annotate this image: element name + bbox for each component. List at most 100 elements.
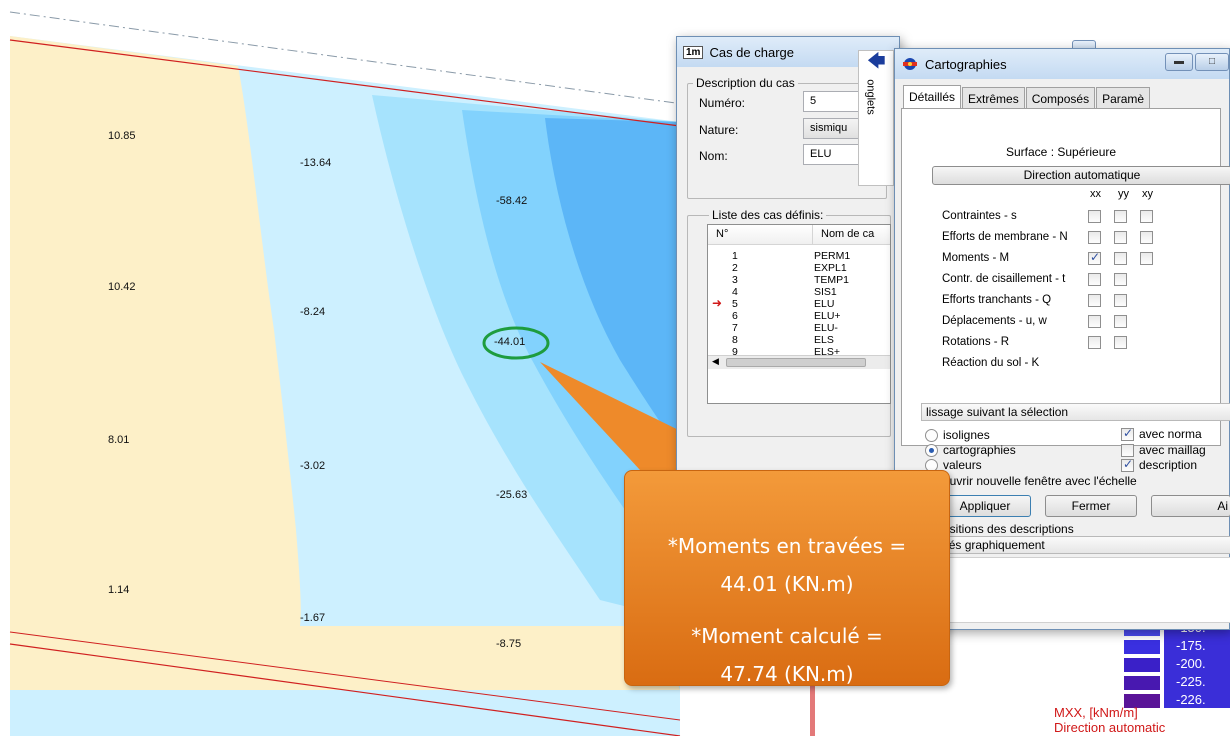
row-number: 7 xyxy=(732,322,738,334)
rotations-yy-checkbox[interactable] xyxy=(1114,336,1127,349)
row-name: ELU+ xyxy=(814,310,841,322)
legend-title: MXX, [kNm/m] xyxy=(1054,705,1138,720)
membrane-xy-checkbox[interactable] xyxy=(1140,231,1153,244)
row-number: 8 xyxy=(732,334,738,346)
row-name: ELU- xyxy=(814,322,838,334)
row-name: SIS1 xyxy=(814,286,837,298)
row-number: 2 xyxy=(732,262,738,274)
avec-normale-checkbox[interactable] xyxy=(1121,426,1134,441)
carto-maximize-button[interactable]: □ xyxy=(1195,53,1229,71)
row-name: PERM1 xyxy=(814,250,851,262)
membrane-yy-checkbox[interactable] xyxy=(1114,231,1127,244)
callout-line-3: *Moment calculé = xyxy=(691,624,883,648)
row-label-deplacements: Déplacements - u, w xyxy=(942,315,1047,327)
isolignes-label: isolignes xyxy=(943,428,990,442)
scroll-left-icon[interactable]: ◀ xyxy=(712,356,719,367)
map-value-label: -25.63 xyxy=(496,489,528,501)
map-value-label: -13.64 xyxy=(300,157,332,169)
deplacements-xx-checkbox[interactable] xyxy=(1088,315,1101,328)
graphic-select[interactable]: diqués graphiquement xyxy=(921,536,1230,554)
empty-area xyxy=(921,557,1230,623)
carto-minimize-button[interactable]: ▬ xyxy=(1165,53,1193,71)
current-arrow-icon: ➜ xyxy=(712,296,723,310)
col-header-name[interactable]: Nom de ca xyxy=(812,225,890,245)
list-item[interactable]: 7 ELU- xyxy=(708,322,890,335)
cartographies-icon xyxy=(903,58,917,70)
map-value-label: 1.14 xyxy=(108,584,130,596)
legend-swatch xyxy=(1124,658,1160,672)
row-number: 3 xyxy=(732,274,738,286)
col-header-xy: xy xyxy=(1142,188,1153,200)
scroll-thumb[interactable] xyxy=(726,358,866,367)
rotations-xx-checkbox[interactable] xyxy=(1088,336,1101,349)
isolignes-radio[interactable] xyxy=(925,429,938,442)
map-value-label: -8.75 xyxy=(496,638,522,650)
row-label-contraintes: Contraintes - s xyxy=(942,210,1017,222)
avec-maillage-label: avec maillag xyxy=(1139,443,1206,457)
list-item[interactable]: 8 ELS xyxy=(708,334,890,347)
smoothing-select[interactable]: lissage suivant la sélection xyxy=(921,403,1230,421)
tab-parametres[interactable]: Paramè xyxy=(1096,87,1151,109)
description-group-title: Description du cas xyxy=(693,76,798,90)
list-item[interactable]: 6 ELU+ xyxy=(708,310,890,323)
tab-detailles[interactable]: Détaillés xyxy=(903,85,962,109)
map-value-label: -8.24 xyxy=(300,306,326,318)
map-value-label: 10.42 xyxy=(108,281,136,293)
membrane-xx-checkbox[interactable] xyxy=(1088,231,1101,244)
list-item-current[interactable]: ➜ 5 ELU xyxy=(708,296,890,311)
direction-auto-button[interactable]: Direction automatique xyxy=(932,166,1230,185)
list-item[interactable]: 3 TEMP1 xyxy=(708,274,890,287)
row-number: 4 xyxy=(732,286,738,298)
apply-button[interactable]: Appliquer xyxy=(939,495,1031,517)
nom-label: Nom: xyxy=(699,149,728,163)
description-label: description xyxy=(1139,458,1198,472)
list-horizontal-scrollbar[interactable]: ◀ xyxy=(708,355,890,369)
cisaillement-yy-checkbox[interactable] xyxy=(1114,273,1127,286)
avec-maillage-checkbox[interactable] xyxy=(1121,444,1134,457)
description-checkbox[interactable] xyxy=(1121,457,1134,472)
row-name: ELU xyxy=(814,298,835,310)
arrow-left-icon: 🡄 xyxy=(867,51,886,71)
onglets-side-tab[interactable]: 🡄 onglets xyxy=(858,50,894,186)
tranchants-yy-checkbox[interactable] xyxy=(1114,294,1127,307)
surface-label: Surface : Supérieure xyxy=(1006,145,1117,159)
cas-window-title: Cas de charge xyxy=(709,44,795,60)
row-name: ELS xyxy=(814,334,834,346)
deplacements-yy-checkbox[interactable] xyxy=(1114,315,1127,328)
contraintes-xx-checkbox[interactable] xyxy=(1088,210,1101,223)
description-positions-label: ositions des descriptions xyxy=(943,522,1074,536)
cisaillement-xx-checkbox[interactable] xyxy=(1088,273,1101,286)
close-button[interactable]: Fermer xyxy=(1045,495,1137,517)
carto-window-title: Cartographies xyxy=(925,56,1007,72)
moments-xx-checkbox[interactable] xyxy=(1088,250,1101,265)
col-header-xx: xx xyxy=(1090,188,1101,200)
carto-tabs: Détaillés Extrêmes Composés Paramè xyxy=(903,85,1151,109)
row-number: 5 xyxy=(732,298,738,310)
row-name: EXPL1 xyxy=(814,262,847,274)
row-number: 9 xyxy=(732,347,738,355)
callout-line-2: 44.01 (KN.m) xyxy=(720,572,854,596)
contraintes-xy-checkbox[interactable] xyxy=(1140,210,1153,223)
list-item[interactable]: 2 EXPL1 xyxy=(708,262,890,275)
moments-xy-checkbox[interactable] xyxy=(1140,252,1153,265)
detailles-panel: Surface : Supérieure Direction automatiq… xyxy=(901,108,1230,446)
row-label-cisaillement: Contr. de cisaillement - t xyxy=(942,273,1066,285)
cases-list[interactable]: N° Nom de ca 1 PERM1 2 EXPL1 3 TEMP1 4 SIS1 … xyxy=(707,224,891,404)
map-value-label: -3.02 xyxy=(300,460,326,472)
row-label-rotations: Rotations - R xyxy=(942,336,1010,348)
help-button[interactable]: Ai xyxy=(1151,495,1230,517)
contraintes-yy-checkbox[interactable] xyxy=(1114,210,1127,223)
col-header-no[interactable]: N° xyxy=(708,225,812,245)
tab-extremes[interactable]: Extrêmes xyxy=(962,87,1025,109)
cartographies-radio[interactable] xyxy=(925,444,938,457)
list-item[interactable]: 4 SIS1 xyxy=(708,286,890,299)
map-value-label-highlighted: -44.01 xyxy=(494,336,526,348)
row-label-reaction: Réaction du sol - K xyxy=(942,357,1040,369)
app-icon: 1m xyxy=(683,45,704,59)
nature-label: Nature: xyxy=(699,123,739,137)
list-item[interactable]: 9 ELS+ xyxy=(708,347,890,355)
tab-composes[interactable]: Composés xyxy=(1025,87,1096,109)
list-item[interactable]: 1 PERM1 xyxy=(708,250,890,263)
tranchants-xx-checkbox[interactable] xyxy=(1088,294,1101,307)
moments-yy-checkbox[interactable] xyxy=(1114,252,1127,265)
